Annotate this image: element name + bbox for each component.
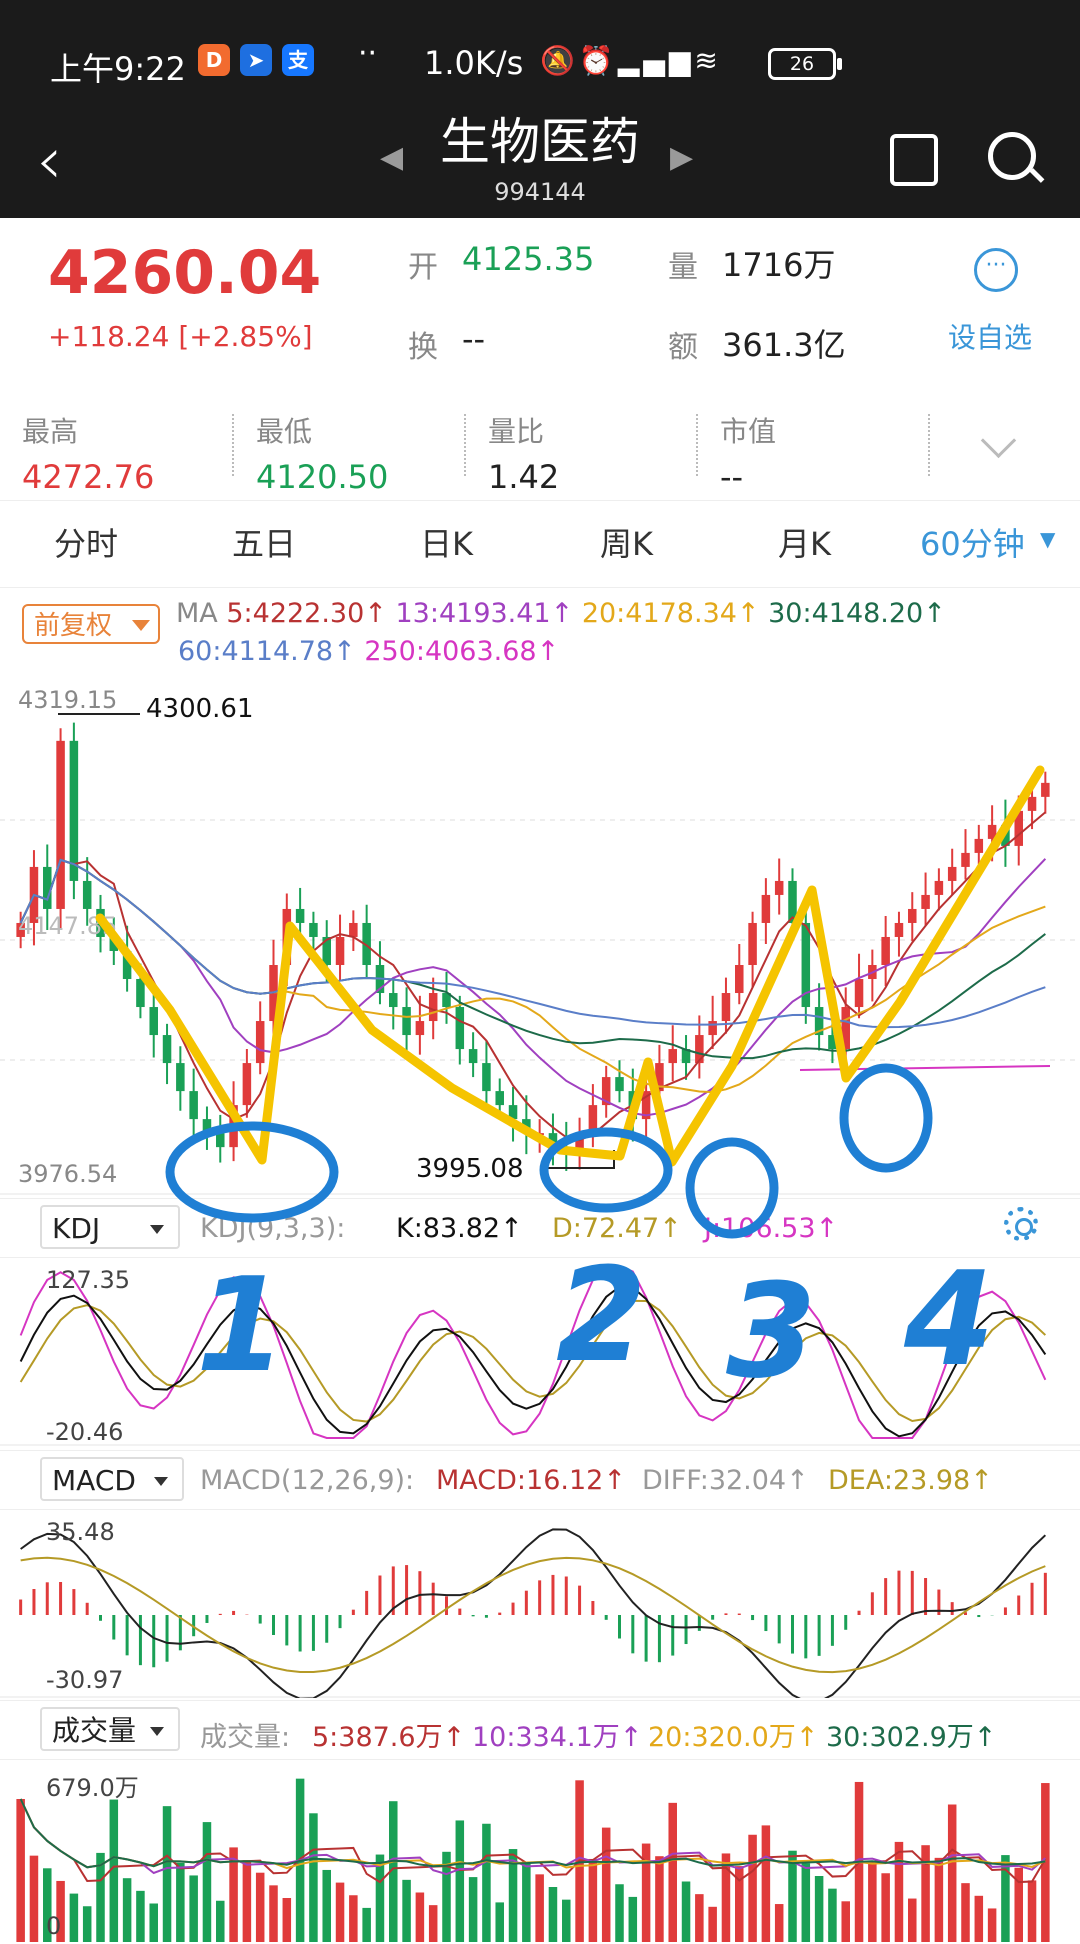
circle-annotation-3 xyxy=(685,1137,779,1239)
number-annotation-1: 1 xyxy=(196,1249,286,1401)
circle-annotation-4 xyxy=(839,1063,933,1173)
number-annotation-2: 2 xyxy=(556,1239,646,1391)
circle-annotation-2 xyxy=(539,1127,673,1213)
annotation-overlay: 1 234 xyxy=(95,765,1045,1407)
yellow-trend-annotation xyxy=(95,765,1045,1167)
number-annotation-4: 4 xyxy=(903,1243,994,1395)
number-annotation-3: 3 xyxy=(726,1255,816,1407)
